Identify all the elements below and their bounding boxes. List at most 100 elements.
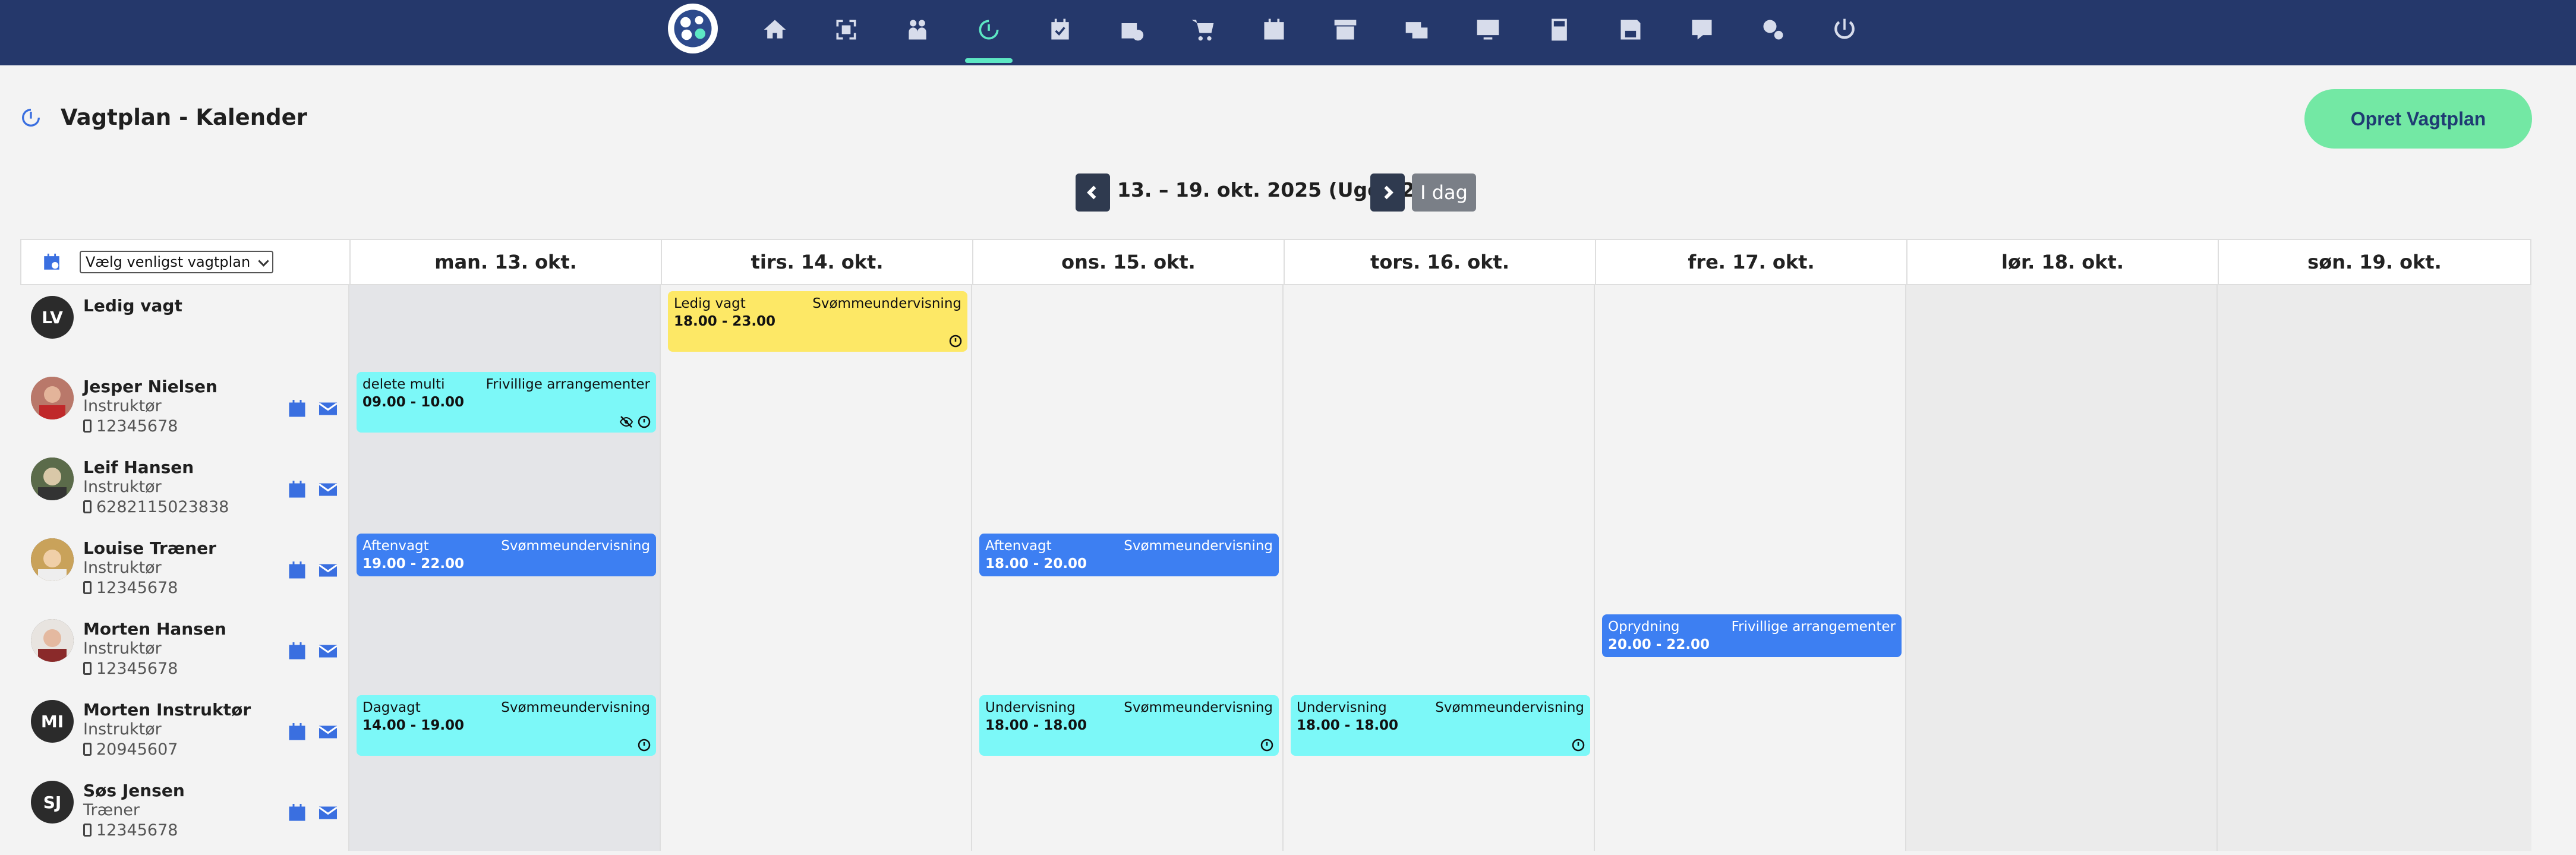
shift-card[interactable]: Oprydning Frivillige arrangementer 20.00…: [1602, 614, 1902, 657]
shift-card[interactable]: Ledig vagt Svømmeundervisning 18.00 - 23…: [668, 291, 967, 352]
mail-icon[interactable]: [317, 641, 339, 662]
mail-icon[interactable]: [317, 560, 339, 581]
day-cell[interactable]: [2216, 366, 2531, 447]
day-cell[interactable]: [348, 770, 660, 851]
day-cell[interactable]: [971, 447, 1282, 528]
shift-card[interactable]: Aftenvagt Svømmeundervisning 18.00 - 20.…: [979, 534, 1279, 576]
calendar-check-icon[interactable]: [1032, 0, 1089, 59]
day-cell[interactable]: [971, 285, 1282, 366]
day-cell[interactable]: [1594, 447, 1905, 528]
day-cell[interactable]: [660, 528, 971, 608]
day-cell[interactable]: [660, 689, 971, 770]
shift-title: Undervisning: [985, 700, 1076, 715]
calendar-icon[interactable]: [1246, 0, 1303, 59]
calculator-icon[interactable]: [1531, 0, 1588, 59]
shift-card[interactable]: Undervisning Svømmeundervisning 18.00 - …: [979, 695, 1279, 756]
day-cell[interactable]: [660, 770, 971, 851]
home-icon[interactable]: [746, 0, 803, 59]
day-cell[interactable]: [2216, 770, 2531, 851]
timer-icon[interactable]: [960, 0, 1017, 63]
settings-icon[interactable]: [1745, 0, 1802, 59]
day-cell[interactable]: [1282, 770, 1594, 851]
shift-card[interactable]: Undervisning Svømmeundervisning 18.00 - …: [1291, 695, 1590, 756]
scan-icon[interactable]: [818, 0, 875, 59]
mail-card-icon[interactable]: [1388, 0, 1445, 59]
day-header-row: Vælg venligst vagtplan man. 13. okt. tir…: [20, 239, 2531, 285]
day-cell[interactable]: [1905, 285, 2216, 366]
mail-icon[interactable]: [317, 802, 339, 824]
day-cell[interactable]: [2216, 689, 2531, 770]
shift-card[interactable]: Dagvagt Svømmeundervisning 14.00 - 19.00: [357, 695, 656, 756]
day-header: man. 13. okt.: [349, 240, 661, 284]
day-cell[interactable]: [1905, 366, 2216, 447]
day-cell[interactable]: [971, 770, 1282, 851]
shift-time: 18.00 - 20.00: [985, 556, 1087, 572]
person-name: Ledig vagt: [83, 296, 182, 316]
day-cell[interactable]: [660, 608, 971, 689]
mail-icon[interactable]: [317, 479, 339, 500]
calendar-user-icon[interactable]: [286, 560, 308, 581]
day-cell[interactable]: [1282, 528, 1594, 608]
day-cell[interactable]: [971, 608, 1282, 689]
day-cell[interactable]: [660, 447, 971, 528]
schedule-select[interactable]: Vælg venligst vagtplan: [80, 251, 273, 273]
power-icon[interactable]: [1816, 0, 1873, 59]
mail-icon[interactable]: [317, 398, 339, 419]
help-icon[interactable]: [1673, 0, 1730, 59]
mail-icon[interactable]: [317, 721, 339, 743]
day-cell[interactable]: [348, 447, 660, 528]
shift-category: Svømmeundervisning: [1124, 538, 1273, 554]
day-cell[interactable]: [1905, 528, 2216, 608]
day-cell[interactable]: [1594, 285, 1905, 366]
page-title: Vagtplan - Kalender: [61, 105, 307, 130]
shift-card[interactable]: delete multi Frivillige arrangementer 09…: [357, 372, 656, 433]
shift-card[interactable]: Aftenvagt Svømmeundervisning 19.00 - 22.…: [357, 534, 656, 576]
person-phone: 12345678: [83, 417, 178, 436]
day-cell[interactable]: [348, 608, 660, 689]
day-cell[interactable]: [1905, 608, 2216, 689]
person-name: Søs Jensen: [83, 781, 185, 800]
shift-time: 18.00 - 18.00: [985, 718, 1087, 733]
monitor-icon[interactable]: [1459, 0, 1516, 59]
day-cell[interactable]: [1905, 447, 2216, 528]
day-cell[interactable]: [1594, 770, 1905, 851]
person-phone: 12345678: [83, 579, 178, 597]
day-cell[interactable]: [348, 285, 660, 366]
day-cell[interactable]: [971, 366, 1282, 447]
day-cell[interactable]: [1594, 528, 1905, 608]
day-cell[interactable]: [1282, 285, 1594, 366]
timer-icon: [1260, 739, 1273, 752]
people-icon[interactable]: [889, 0, 946, 59]
day-cell[interactable]: [1905, 689, 2216, 770]
calendar-user-icon[interactable]: [286, 398, 308, 419]
next-week-button[interactable]: [1370, 173, 1405, 212]
archive-icon[interactable]: [1317, 0, 1374, 59]
day-header: fre. 17. okt.: [1595, 240, 1906, 284]
logo-icon[interactable]: [668, 4, 718, 53]
avatar: [31, 538, 74, 581]
day-cell[interactable]: [1282, 366, 1594, 447]
create-schedule-button[interactable]: Opret Vagtplan: [2304, 89, 2532, 149]
day-cell[interactable]: [1594, 689, 1905, 770]
day-cell[interactable]: [660, 366, 971, 447]
box-check-icon[interactable]: [1103, 0, 1160, 59]
calendar-user-icon[interactable]: [286, 721, 308, 743]
day-cell[interactable]: [1282, 447, 1594, 528]
day-cell[interactable]: [2216, 608, 2531, 689]
day-cell[interactable]: [1594, 366, 1905, 447]
today-button[interactable]: I dag: [1412, 173, 1476, 212]
floppy-icon[interactable]: [1602, 0, 1659, 59]
calendar-user-icon[interactable]: [286, 479, 308, 500]
day-cell[interactable]: [1282, 608, 1594, 689]
day-cell[interactable]: [2216, 447, 2531, 528]
avatar: [31, 458, 74, 500]
day-cell[interactable]: [2216, 528, 2531, 608]
calendar-user-icon[interactable]: [286, 802, 308, 824]
phone-icon: [83, 824, 92, 837]
day-cell[interactable]: [1905, 770, 2216, 851]
day-cell[interactable]: [2216, 285, 2531, 366]
calendar-user-icon[interactable]: [286, 641, 308, 662]
cart-icon[interactable]: [1174, 0, 1231, 59]
person-cell: LV Ledig vagt: [20, 285, 348, 366]
previous-week-button[interactable]: [1076, 173, 1110, 212]
